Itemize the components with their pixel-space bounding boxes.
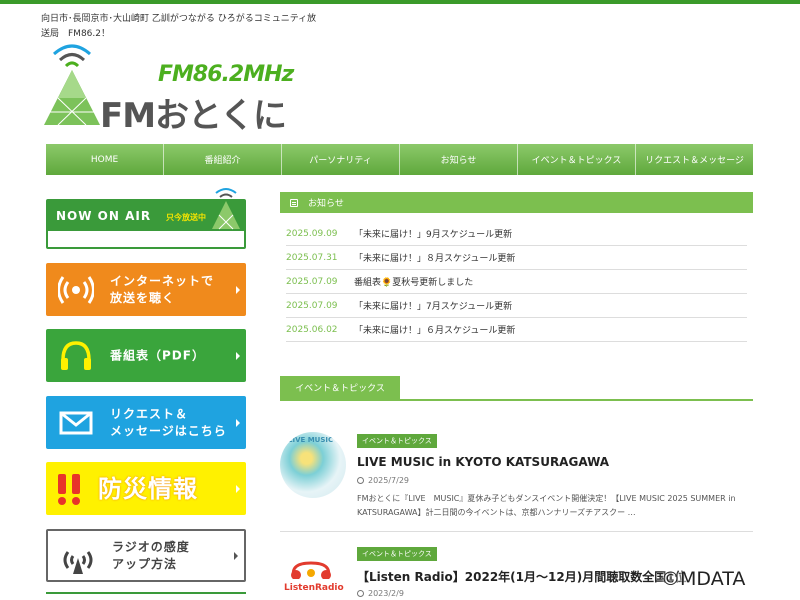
listen-radio-logo-icon — [291, 561, 331, 579]
sidebar-divider — [46, 592, 246, 594]
events-heading: イベント＆トピックス — [280, 376, 400, 399]
copyright-watermark: ©MDATA — [661, 568, 746, 590]
request-message-label: リクエスト＆ メッセージはこちら — [110, 406, 227, 438]
now-on-air-banner[interactable]: NOW ON AIR 只今放送中 — [46, 188, 246, 249]
mountain-antenna-icon — [212, 188, 240, 230]
site-logo[interactable]: FM86.2MHz FMおとくに — [40, 40, 300, 136]
news-section-header: お知らせ — [280, 192, 753, 213]
program-schedule-button[interactable]: 番組表（PDF） — [46, 329, 246, 382]
envelope-icon — [59, 411, 93, 435]
news-item[interactable]: 2025.09.09 「未来に届け！」9月スケジュール更新 — [286, 222, 747, 246]
disaster-info-button[interactable]: 防災情報 — [46, 462, 246, 515]
post-thumbnail[interactable]: LIVE MUSIC — [280, 432, 346, 498]
news-title[interactable]: 「未来に届け！」9月スケジュール更新 — [354, 227, 512, 240]
thumbnail-text: ListenRadio — [284, 583, 344, 593]
onair-live-label: 只今放送中 — [166, 213, 206, 222]
onair-title: NOW ON AIR — [56, 209, 152, 223]
post-title[interactable]: 【Listen Radio】2022年(1月～12月)月間聴取数全国1位 — [357, 568, 687, 585]
news-item[interactable]: 2025.06.02 「未来に届け！」６月スケジュール更新 — [286, 318, 747, 342]
news-date: 2025.07.09 — [286, 276, 338, 287]
news-item[interactable]: 2025.07.31 「未来に届け！」８月スケジュール更新 — [286, 246, 747, 270]
nav-home[interactable]: HOME — [46, 144, 164, 175]
logo-name: FMおとくに — [100, 96, 287, 136]
broadcast-icon — [58, 276, 94, 304]
clock-icon — [357, 477, 364, 484]
headphones-icon — [61, 341, 91, 370]
post-excerpt: FMおとくに『LIVE MUSIC』夏休み子どもダンスイベント開催決定！【LIV… — [357, 494, 736, 517]
clock-icon — [357, 590, 364, 597]
program-schedule-label: 番組表（PDF） — [110, 348, 205, 362]
chevron-right-icon — [236, 285, 240, 294]
news-date: 2025.07.09 — [286, 300, 338, 311]
news-title[interactable]: 「未来に届け！」８月スケジュール更新 — [354, 251, 515, 264]
signal-tower-icon — [63, 551, 93, 574]
top-accent-bar — [0, 0, 800, 4]
site-tagline: 向日市･長岡京市･大山崎町 乙訓がつながる ひろがるコミュニティ放送局 FM86… — [41, 14, 317, 39]
news-title[interactable]: 「未来に届け！」６月スケジュール更新 — [354, 323, 515, 336]
news-date: 2025.07.31 — [286, 252, 338, 263]
post-date: 2025/7/29 — [357, 476, 409, 485]
post-date-text: 2025/7/29 — [368, 476, 410, 485]
news-list: 2025.09.09 「未来に届け！」9月スケジュール更新 2025.07.31… — [286, 222, 747, 342]
event-post[interactable]: LIVE MUSIC イベント＆トピックス LIVE MUSIC in KYOT… — [280, 432, 753, 532]
main-nav: HOME 番組紹介 パーソナリティ お知らせ イベント＆トピックス リクエスト＆… — [46, 144, 753, 175]
chevron-right-icon — [236, 484, 240, 493]
post-title[interactable]: LIVE MUSIC in KYOTO KATSURAGAWA — [357, 455, 609, 469]
chevron-right-icon — [234, 551, 238, 560]
radio-reception-label: ラジオの感度 アップ方法 — [112, 539, 190, 571]
chevron-right-icon — [236, 351, 240, 360]
post-date: 2023/2/9 — [357, 589, 404, 598]
news-item[interactable]: 2025.07.09 「未来に届け！」7月スケジュール更新 — [286, 294, 747, 318]
news-title[interactable]: 「未来に届け！」7月スケジュール更新 — [354, 299, 512, 312]
news-item[interactable]: 2025.07.09 番組表🌻夏秋号更新しました — [286, 270, 747, 294]
category-badge[interactable]: イベント＆トピックス — [357, 547, 437, 561]
nav-requests[interactable]: リクエスト＆メッセージ — [636, 144, 753, 175]
disaster-info-label: 防災情報 — [98, 474, 198, 503]
logo-frequency: FM86.2MHz — [158, 62, 294, 87]
news-heading: お知らせ — [308, 199, 344, 209]
double-exclamation-icon — [58, 474, 80, 505]
thumbnail-text: LIVE MUSIC — [288, 436, 334, 444]
news-date: 2025.06.02 — [286, 324, 338, 335]
news-date: 2025.09.09 — [286, 228, 338, 239]
listen-online-button[interactable]: インターネットで 放送を聴く — [46, 263, 246, 316]
nav-news[interactable]: お知らせ — [400, 144, 518, 175]
news-title[interactable]: 番組表🌻夏秋号更新しました — [354, 275, 473, 288]
listen-online-label: インターネットで 放送を聴く — [110, 273, 215, 305]
nav-personalities[interactable]: パーソナリティ — [282, 144, 400, 175]
category-badge[interactable]: イベント＆トピックス — [357, 434, 437, 448]
events-section-header: イベント＆トピックス — [280, 376, 753, 401]
post-date-text: 2023/2/9 — [368, 589, 404, 598]
chevron-right-icon — [236, 418, 240, 427]
nav-events[interactable]: イベント＆トピックス — [518, 144, 636, 175]
post-thumbnail[interactable]: ListenRadio — [280, 545, 346, 600]
radio-reception-button[interactable]: ラジオの感度 アップ方法 — [46, 529, 246, 582]
request-message-button[interactable]: リクエスト＆ メッセージはこちら — [46, 396, 246, 449]
list-icon — [290, 198, 298, 207]
nav-programs[interactable]: 番組紹介 — [164, 144, 282, 175]
